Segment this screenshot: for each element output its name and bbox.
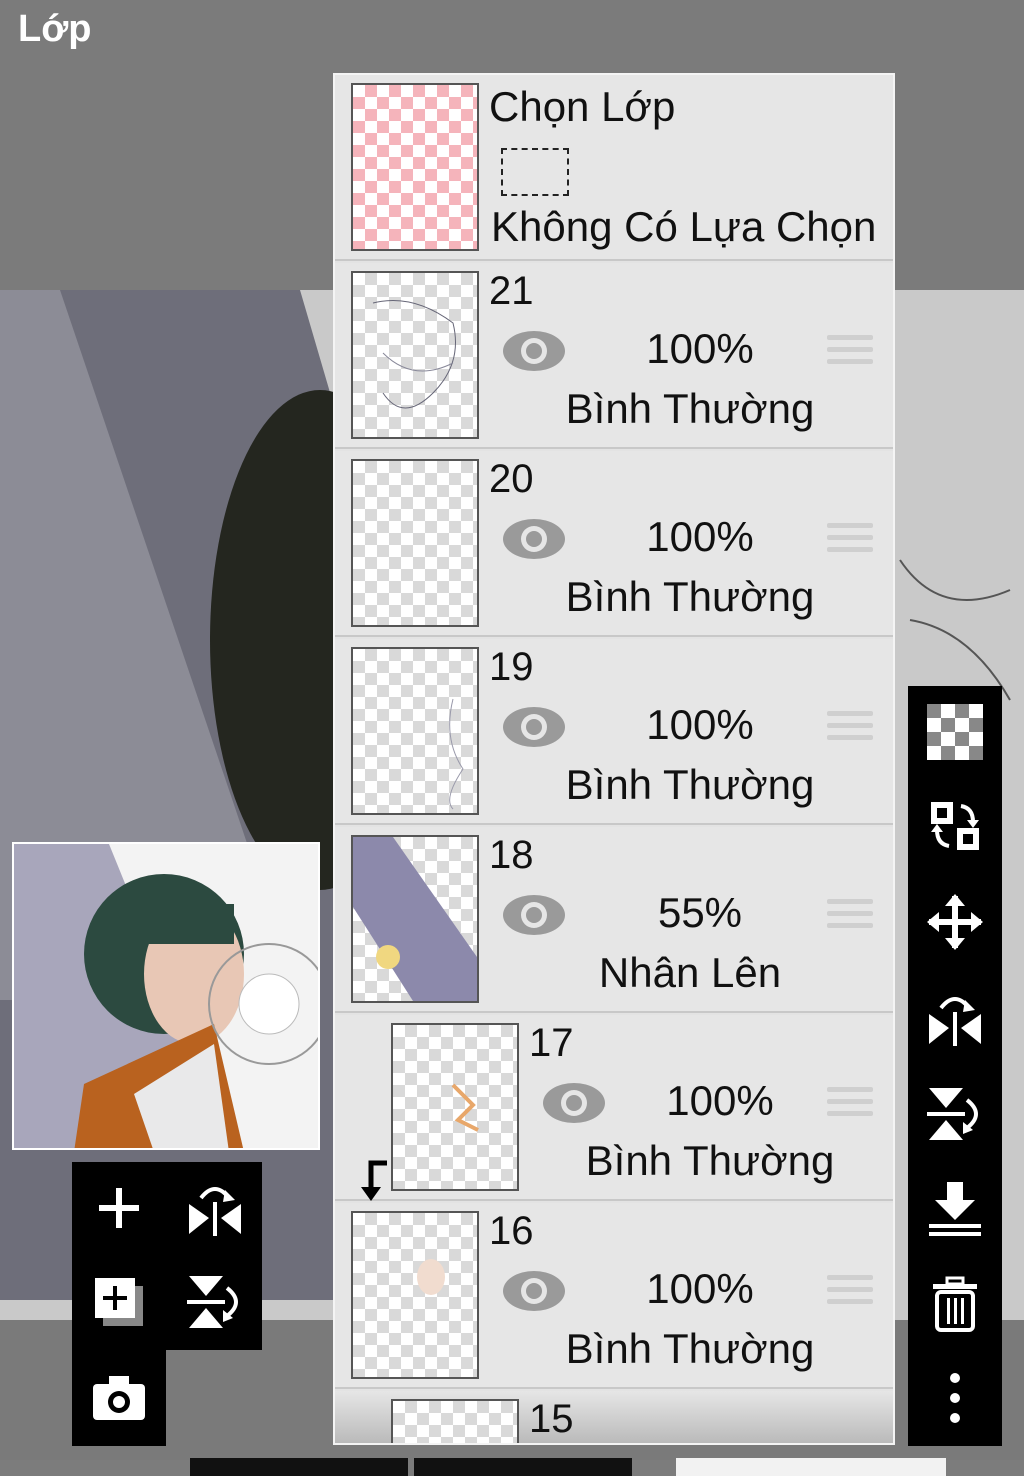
bottom-tab-1[interactable]	[190, 1458, 408, 1476]
layer-add-toolbar	[72, 1162, 262, 1350]
layer-thumbnail	[351, 1211, 479, 1379]
layer-blend-mode[interactable]: Bình Thường	[525, 573, 855, 621]
drag-handle-icon[interactable]	[827, 335, 873, 371]
layer-opacity[interactable]: 100%	[605, 701, 795, 749]
selection-thumbnail	[351, 83, 479, 251]
layer-row-21[interactable]: 21 100% Bình Thường	[335, 263, 893, 449]
layer-row-15[interactable]: 15	[335, 1391, 893, 1443]
flip-horizontal-icon[interactable]	[927, 990, 983, 1046]
layer-blend-mode[interactable]: Bình Thường	[525, 761, 855, 809]
transparency-icon[interactable]	[927, 704, 983, 760]
layer-number: 19	[489, 645, 534, 689]
layer-sketch	[372, 300, 456, 409]
layer-thumbnail	[351, 271, 479, 439]
swap-layer-icon[interactable]	[927, 798, 983, 854]
merge-down-icon[interactable]	[927, 1182, 983, 1238]
layer-shade	[353, 837, 477, 1001]
layer-row-19[interactable]: 19 100% Bình Thường	[335, 639, 893, 825]
selection-layer-title: Chọn Lớp	[489, 83, 676, 130]
move-icon[interactable]	[927, 894, 983, 950]
layer-opacity[interactable]: 100%	[625, 1077, 815, 1125]
preview-image	[14, 844, 318, 1148]
layer-opacity[interactable]: 100%	[605, 513, 795, 561]
layer-sketch	[417, 1259, 445, 1295]
layer-blend-mode[interactable]: Bình Thường	[525, 1325, 855, 1373]
add-layer-copy-icon[interactable]	[91, 1274, 147, 1330]
layer-blend-mode[interactable]: Bình Thường	[525, 385, 855, 433]
layer-thumbnail	[351, 459, 479, 627]
visibility-eye-icon[interactable]	[541, 1081, 607, 1125]
visibility-eye-icon[interactable]	[501, 705, 567, 749]
flip-vertical-icon[interactable]	[927, 1086, 983, 1142]
layer-number: 16	[489, 1209, 534, 1253]
layer-thumbnail	[391, 1399, 519, 1443]
selection-status: Không Có Lựa Chọn	[491, 203, 877, 250]
layer-panel: Chọn Lớp Không Có Lựa Chọn 21 100% Bình …	[333, 73, 895, 1445]
bottom-tab-3[interactable]	[676, 1458, 946, 1476]
layer-row-17[interactable]: 17 100% Bình Thường	[335, 1015, 893, 1201]
clip-arrow-icon	[361, 1160, 387, 1201]
layer-number: 20	[489, 457, 534, 501]
layer-tools-toolbar	[908, 686, 1002, 1446]
visibility-eye-icon[interactable]	[501, 329, 567, 373]
selection-rect-icon	[501, 148, 569, 196]
layer-row-18[interactable]: 18 55% Nhân Lên	[335, 827, 893, 1013]
flip-horizontal-icon[interactable]	[187, 1180, 243, 1236]
drag-handle-icon[interactable]	[827, 899, 873, 935]
layer-number: 21	[489, 269, 534, 313]
bottom-tab-2[interactable]	[414, 1458, 632, 1476]
add-layer-icon[interactable]	[91, 1180, 147, 1236]
flip-vertical-icon[interactable]	[187, 1274, 243, 1330]
layer-number: 15	[529, 1397, 574, 1441]
visibility-eye-icon[interactable]	[501, 517, 567, 561]
camera-toolbar	[72, 1350, 166, 1446]
layer-thumbnail	[351, 647, 479, 815]
layer-opacity[interactable]: 100%	[605, 325, 795, 373]
drag-handle-icon[interactable]	[827, 1087, 873, 1123]
drag-handle-icon[interactable]	[827, 1275, 873, 1311]
more-icon[interactable]	[927, 1370, 983, 1426]
layer-opacity[interactable]: 100%	[605, 1265, 795, 1313]
page-title: Lớp	[18, 8, 92, 50]
drag-handle-icon[interactable]	[827, 523, 873, 559]
layer-row-20[interactable]: 20 100% Bình Thường	[335, 451, 893, 637]
layer-row-16[interactable]: 16 100% Bình Thường	[335, 1203, 893, 1389]
layer-number: 18	[489, 833, 534, 877]
layer-blend-mode[interactable]: Nhân Lên	[525, 949, 855, 997]
layer-thumbnail	[391, 1023, 519, 1191]
drag-handle-icon[interactable]	[827, 711, 873, 747]
layer-opacity[interactable]: 55%	[605, 889, 795, 937]
selection-layer-row[interactable]: Chọn Lớp Không Có Lựa Chọn	[335, 75, 893, 261]
visibility-eye-icon[interactable]	[501, 1269, 567, 1313]
layer-sketch	[449, 698, 464, 810]
visibility-eye-icon[interactable]	[501, 893, 567, 937]
layer-number: 17	[529, 1021, 574, 1065]
trash-icon[interactable]	[927, 1276, 983, 1332]
layer-sketch	[451, 1083, 479, 1132]
layer-thumbnail	[351, 835, 479, 1003]
layer-blend-mode[interactable]: Bình Thường	[545, 1137, 875, 1185]
camera-icon[interactable]	[91, 1370, 147, 1426]
canvas-preview[interactable]	[12, 842, 320, 1150]
